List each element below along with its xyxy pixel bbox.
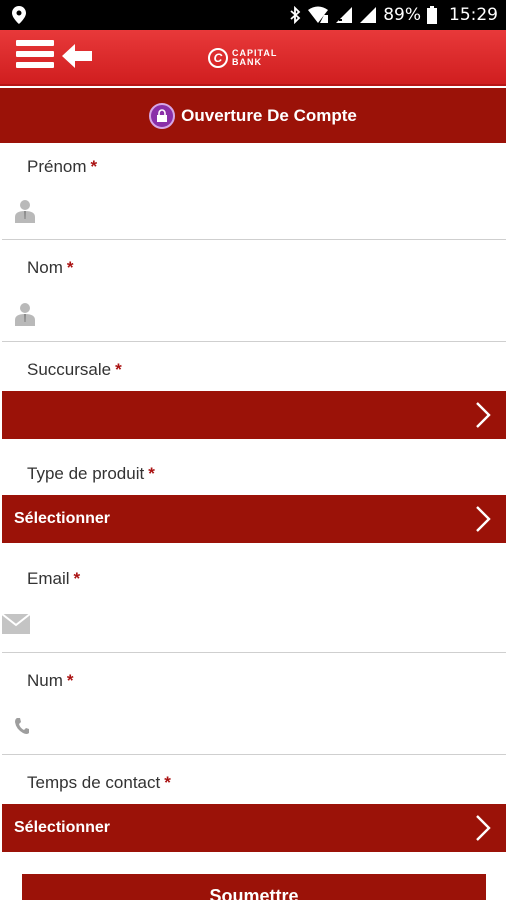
email-field: Email * <box>2 550 506 653</box>
chevron-right-icon <box>476 815 491 841</box>
person-icon <box>15 303 35 326</box>
chevron-right-icon <box>476 506 491 532</box>
app-logo: C CAPITAL BANK <box>208 46 304 70</box>
section-title-bar: Ouverture De Compte <box>0 88 506 143</box>
screen: 89% 15:29 C CAPITAL BANK Ouverture De Co… <box>0 0 506 900</box>
bluetooth-icon <box>290 6 301 24</box>
num-field: Num * <box>2 653 506 755</box>
lock-icon <box>149 102 176 129</box>
battery-percent: 89% <box>383 5 421 25</box>
signal-icon-2 <box>360 7 377 23</box>
type-produit-select[interactable]: Sélectionner <box>2 495 506 543</box>
type-produit-label: Type de produit * <box>27 464 155 483</box>
prenom-input[interactable] <box>50 197 496 227</box>
page-title: Ouverture De Compte <box>181 105 357 125</box>
nom-input[interactable] <box>50 300 496 330</box>
hamburger-menu-icon[interactable] <box>16 40 54 72</box>
logo-mark: C <box>208 48 228 68</box>
email-label: Email * <box>27 569 81 588</box>
succursale-label: Succursale * <box>27 360 122 379</box>
temps-contact-select[interactable]: Sélectionner <box>2 804 506 852</box>
signal-icon <box>336 7 353 23</box>
status-bar: 89% 15:29 <box>0 0 506 30</box>
nom-label: Nom * <box>27 258 74 277</box>
submit-button[interactable]: Soumettre <box>22 874 486 900</box>
num-label: Num * <box>27 671 74 690</box>
nom-field: Nom * <box>2 240 506 342</box>
app-bar: C CAPITAL BANK <box>0 30 506 86</box>
phone-icon <box>15 718 29 734</box>
chevron-right-icon <box>476 402 491 428</box>
num-input[interactable] <box>50 713 496 743</box>
person-icon <box>15 200 35 223</box>
email-input[interactable] <box>50 610 496 640</box>
clock: 15:29 <box>449 5 498 25</box>
succursale-select[interactable] <box>2 391 506 439</box>
wifi-icon <box>308 6 329 23</box>
envelope-icon <box>2 614 30 634</box>
location-pin-icon <box>12 6 26 24</box>
back-arrow-icon[interactable] <box>60 42 94 70</box>
battery-icon <box>427 6 437 24</box>
temps-contact-value: Sélectionner <box>14 819 111 836</box>
prenom-label: Prénom * <box>27 157 98 176</box>
prenom-field: Prénom * <box>2 143 506 240</box>
temps-contact-label: Temps de contact * <box>27 773 171 792</box>
logo-text: CAPITAL BANK <box>232 48 278 67</box>
status-right: 89% 15:29 <box>289 0 498 30</box>
type-produit-value: Sélectionner <box>14 510 111 527</box>
